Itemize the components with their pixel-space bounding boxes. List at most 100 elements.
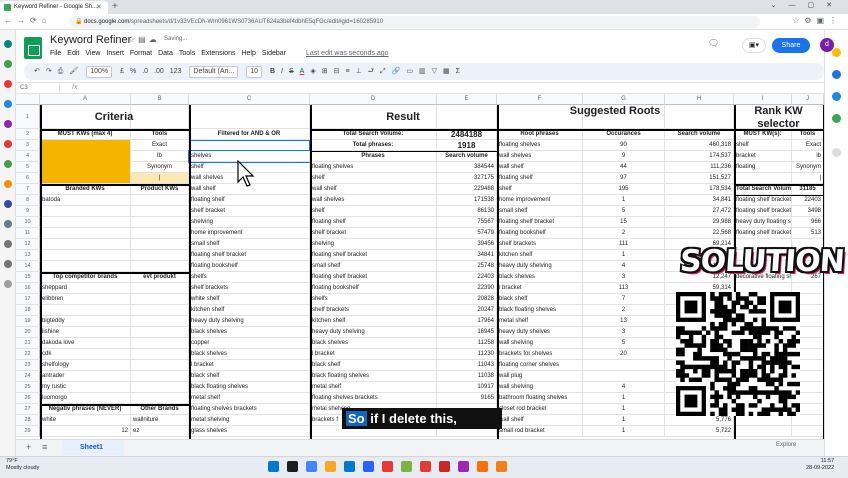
root-volume[interactable]: 151,527 xyxy=(665,173,734,184)
filtered-keyword[interactable]: glass shelves xyxy=(189,426,310,437)
result-volume[interactable]: 384544 xyxy=(437,162,497,173)
menu-data[interactable]: Data xyxy=(158,50,173,57)
result-phrase[interactable]: wall shelf xyxy=(310,184,437,195)
root-volume[interactable]: 111,236 xyxy=(665,162,734,173)
share-button[interactable]: Share xyxy=(772,38,810,53)
taskbar-app-icon[interactable] xyxy=(344,461,355,472)
taskbar-app-icon[interactable] xyxy=(287,461,298,472)
result-volume[interactable]: 75567 xyxy=(437,217,497,228)
competitor-brand[interactable]: my rustic xyxy=(40,382,131,393)
rank-tool-option[interactable]: lb xyxy=(792,151,824,162)
row-header[interactable]: 22 xyxy=(16,349,40,360)
grid-cell[interactable] xyxy=(131,360,189,371)
filtered-keyword[interactable]: floating shelves brackets xyxy=(189,404,310,415)
grid-cell[interactable] xyxy=(131,371,189,382)
window-controls[interactable]: ⌄—▢✕ xyxy=(771,1,844,9)
result-phrase[interactable]: floating shelf bracket xyxy=(310,250,437,261)
tool-option[interactable]: Synonym xyxy=(131,162,189,173)
tasks-icon[interactable] xyxy=(832,70,841,79)
root-occurances[interactable]: 5 xyxy=(583,338,665,349)
weather-widget[interactable]: 79°F Mostly cloudy xyxy=(6,458,39,472)
grid-cell[interactable] xyxy=(131,349,189,360)
root-occurances[interactable]: 1 xyxy=(583,195,665,206)
dock-app-icon[interactable] xyxy=(4,60,12,68)
bold-icon[interactable]: B xyxy=(270,68,275,75)
row-header[interactable]: 9 xyxy=(16,206,40,217)
filtered-keyword[interactable]: shelf bracket xyxy=(189,206,310,217)
result-phrase[interactable]: black floating shelves xyxy=(310,371,437,382)
column-header[interactable]: I xyxy=(734,94,792,105)
contacts-icon[interactable] xyxy=(832,92,841,101)
result-volume[interactable]: 11038 xyxy=(437,371,497,382)
dock-app-icon[interactable] xyxy=(4,220,12,228)
result-volume[interactable]: 86130 xyxy=(437,206,497,217)
system-clock[interactable]: 11:57 28-09-2022 xyxy=(806,458,834,472)
grid-cell[interactable] xyxy=(131,393,189,404)
root-phrase[interactable]: brackets for shelves xyxy=(497,349,583,360)
dock-app-icon[interactable] xyxy=(4,100,12,108)
column-header[interactable]: D xyxy=(310,94,437,105)
dock-app-icon[interactable] xyxy=(4,240,12,248)
menu-help[interactable]: Help xyxy=(241,50,255,57)
column-header[interactable]: C xyxy=(189,94,310,105)
grid-cell[interactable] xyxy=(131,305,189,316)
tab-sheet1[interactable]: Sheet1 xyxy=(62,440,124,455)
result-phrase[interactable]: small shelf xyxy=(310,261,437,272)
dock-app-icon[interactable] xyxy=(4,40,12,48)
settings-icon[interactable] xyxy=(4,260,12,268)
row-header[interactable]: 25 xyxy=(16,382,40,393)
root-volume[interactable]: 34,841 xyxy=(665,195,734,206)
rank-keyword[interactable]: floating shelf bracket xyxy=(734,195,792,206)
name-box[interactable]: C3 xyxy=(20,83,60,93)
text-color-icon[interactable]: A xyxy=(300,68,305,75)
result-phrase[interactable]: metal shelf xyxy=(310,382,437,393)
row-header[interactable]: 23 xyxy=(16,360,40,371)
grid-cell[interactable] xyxy=(131,206,189,217)
paint-format-icon[interactable]: 🖌 xyxy=(69,68,78,75)
taskbar-app-icon[interactable] xyxy=(268,461,279,472)
new-tab-icon[interactable]: + xyxy=(112,1,118,12)
result-phrase[interactable]: l bracket xyxy=(310,349,437,360)
competitor-brand[interactable]: antrader xyxy=(40,371,131,382)
filter-icon[interactable]: ▽ xyxy=(432,68,437,75)
grid-cell[interactable] xyxy=(40,228,131,239)
keep-icon[interactable] xyxy=(832,48,841,57)
column-header[interactable]: B xyxy=(131,94,189,105)
root-occurances[interactable]: 113 xyxy=(583,283,665,294)
row-header[interactable]: 11 xyxy=(16,228,40,239)
result-volume[interactable]: 39456 xyxy=(437,239,497,250)
last-edit-link[interactable]: Last edit was seconds ago xyxy=(306,50,389,57)
criteria-title[interactable]: Criteria xyxy=(40,105,189,129)
chart-icon[interactable]: ▥ xyxy=(419,68,426,75)
decrease-decimal-button[interactable]: .0 xyxy=(142,68,148,75)
taskbar-app-icon[interactable] xyxy=(477,461,488,472)
grid-cell[interactable] xyxy=(40,217,131,228)
result-phrase[interactable]: shelf xyxy=(310,173,437,184)
filtered-keyword[interactable]: metal shelf xyxy=(189,393,310,404)
root-phrase[interactable]: black floating shelves xyxy=(497,305,583,316)
dock-app-icon[interactable] xyxy=(4,180,12,188)
grid-cell[interactable] xyxy=(734,415,792,426)
row-header[interactable]: 4 xyxy=(16,151,40,162)
root-occurances[interactable]: 2 xyxy=(583,305,665,316)
result-volume[interactable]: 34841 xyxy=(437,250,497,261)
row-header[interactable]: 1 xyxy=(16,105,40,129)
valign-icon[interactable]: ⊥ xyxy=(356,68,362,75)
row-header[interactable]: 17 xyxy=(16,294,40,305)
root-phrase[interactable]: l bracket xyxy=(497,283,583,294)
root-occurances[interactable]: 44 xyxy=(583,162,665,173)
competitor-brand[interactable]: bigteddy xyxy=(40,316,131,327)
root-occurances[interactable]: 5 xyxy=(583,206,665,217)
root-phrase[interactable]: black shelves xyxy=(497,272,583,283)
rank-tool-option[interactable]: Exact xyxy=(792,140,824,151)
filtered-keyword[interactable]: home improvement xyxy=(189,228,310,239)
grid-cell[interactable] xyxy=(189,105,310,129)
rank-tool-option[interactable]: Synonym xyxy=(792,162,824,173)
root-phrase[interactable]: floating shelves xyxy=(497,140,583,151)
result-phrase[interactable]: floating shelves brackets xyxy=(310,393,437,404)
grid-cell[interactable] xyxy=(131,283,189,294)
result-volume[interactable]: 25748 xyxy=(437,261,497,272)
result-phrase[interactable]: kitchen shelf xyxy=(310,316,437,327)
avatar[interactable]: d xyxy=(820,38,834,52)
root-volume[interactable]: 29,988 xyxy=(665,217,734,228)
